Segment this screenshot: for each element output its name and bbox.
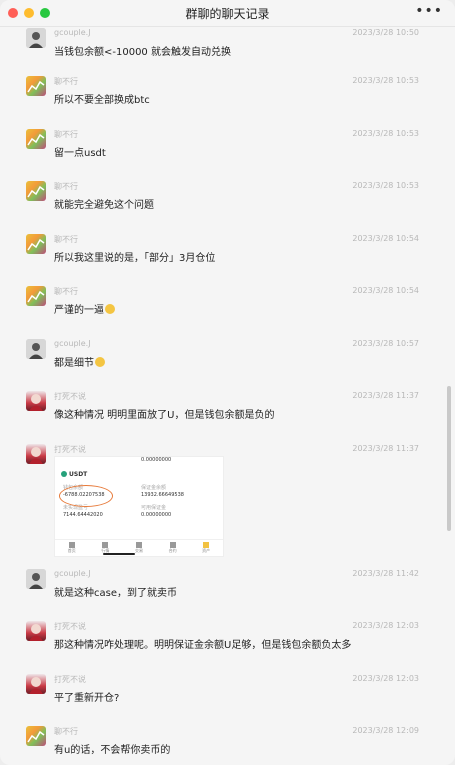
portrait-avatar-icon [26,569,46,589]
message-text-content: 都是细节 [54,358,94,369]
message-time: 2023/3/28 10:53 [352,181,419,190]
window-title: 群聊的聊天记录 [185,7,270,21]
screenshot-image[interactable]: 0.00000000 USDT 钱包余额 -6788.02207538 保证金余… [54,456,224,557]
message-text: 就是这种case，到了就卖币 [54,588,177,599]
margin-balance-value: 13932.66649538 [141,492,184,498]
message-time: 2023/3/28 12:03 [352,674,419,683]
avatar[interactable] [26,286,46,306]
more-options-button[interactable]: ••• [415,3,443,19]
message-text: 像这种情况 明明里面放了U，但是钱包余额是负的 [54,410,275,421]
message-time: 2023/3/28 12:09 [352,726,419,735]
unrealized-pnl-value: 7144.64442020 [63,512,103,518]
image-tab-label: 资产 [202,548,211,553]
message-text: 当钱包余额<-10000 就会触发自动兑换 [54,47,231,58]
scrollbar[interactable] [447,386,451,531]
image-tab-label: 交易 [134,548,143,553]
message-author: 打死不说 [54,622,86,631]
image-tab: 交易 [135,542,143,554]
avatar[interactable] [26,76,46,96]
image-tab: 合约 [169,542,177,554]
usdt-icon [61,471,67,477]
message-feed[interactable]: gcouple.J 2023/3/28 10:50 当钱包余额<-10000 就… [0,26,455,765]
image-tab-label: 首页 [67,548,76,553]
portrait-avatar-icon [26,339,46,359]
message-text: 就能完全避免这个问题 [54,200,154,211]
avatar[interactable] [26,181,46,201]
chat-history-window: 群聊的聊天记录 ••• gcouple.J 2023/3/28 10:50 当钱… [0,0,455,765]
message-text: 所以不要全部换成btc [54,95,150,106]
message-text: 有u的话，不会帮你卖币的 [54,745,171,756]
message-author: 聊不行 [54,727,78,736]
anime-avatar-icon [29,677,43,694]
anime-avatar-icon [29,394,43,411]
chart-avatar-icon [27,290,45,303]
message-author: 聊不行 [54,182,78,191]
smile-emoji-icon [95,357,105,367]
image-asset: USDT [61,471,87,478]
message-text: 严谨的一逼 [54,301,115,316]
anime-avatar-icon [29,624,43,641]
avatar[interactable] [26,234,46,254]
message-time: 2023/3/28 10:53 [352,129,419,138]
message-author: 聊不行 [54,287,78,296]
avatar[interactable] [26,674,46,694]
avatar[interactable] [26,28,46,48]
avatar[interactable] [26,129,46,149]
message-time: 2023/3/28 11:42 [352,569,419,578]
image-tab-bar: 首页 行情 交易 合约 资产 [55,539,223,556]
image-asset-label: USDT [69,471,88,478]
message-time: 2023/3/28 10:57 [352,339,419,348]
home-indicator [103,553,135,555]
message-text: 所以我这里说的是，「部分」3月仓位 [54,253,216,264]
message-author: 聊不行 [54,130,78,139]
anime-avatar-icon [29,447,43,464]
chart-avatar-icon [27,730,45,743]
chart-avatar-icon [27,185,45,198]
message-author: 打死不说 [54,675,86,684]
chart-avatar-icon [27,133,45,146]
available-margin-value: 0.00000000 [141,512,172,518]
avatar[interactable] [26,726,46,746]
message-time: 2023/3/28 10:54 [352,286,419,295]
message-time: 2023/3/28 10:50 [352,28,419,37]
message-time: 2023/3/28 12:03 [352,621,419,630]
message-time: 2023/3/28 10:54 [352,234,419,243]
image-tab: 首页 [68,542,76,554]
message-author: 打死不说 [54,392,86,401]
avatar[interactable] [26,391,46,411]
message-author: gcouple.J [54,339,91,348]
margin-balance-label: 保证金余额 [141,485,167,491]
title-bar: 群聊的聊天记录 ••• [0,0,455,27]
chart-avatar-icon [27,80,45,93]
image-tab-label: 合约 [168,548,177,553]
image-tab: 资产 [202,542,210,554]
message-time: 2023/3/28 11:37 [352,391,419,400]
message-author: 打死不说 [54,445,86,454]
message-text: 平了重新开仓? [54,693,120,704]
highlight-circle [59,485,113,507]
avatar[interactable] [26,569,46,589]
message-author: 聊不行 [54,77,78,86]
message-text: 都是细节 [54,354,105,369]
message-text: 留一点usdt [54,148,106,159]
avatar[interactable] [26,444,46,464]
message-text-content: 严谨的一逼 [54,305,104,316]
image-top-value: 0.00000000 [141,457,172,463]
available-margin-label: 可用保证金 [141,505,167,511]
avatar[interactable] [26,621,46,641]
avatar[interactable] [26,339,46,359]
message-time: 2023/3/28 10:53 [352,76,419,85]
message-author: gcouple.J [54,569,91,578]
message-text: 那这种情况咋处理呢。明明保证金余额U足够，但是钱包余额负太多 [54,640,352,651]
portrait-avatar-icon [26,28,46,48]
message-author: 聊不行 [54,235,78,244]
message-author: gcouple.J [54,28,91,37]
smile-emoji-icon [105,304,115,314]
message-time: 2023/3/28 11:37 [352,444,419,453]
chart-avatar-icon [27,238,45,251]
